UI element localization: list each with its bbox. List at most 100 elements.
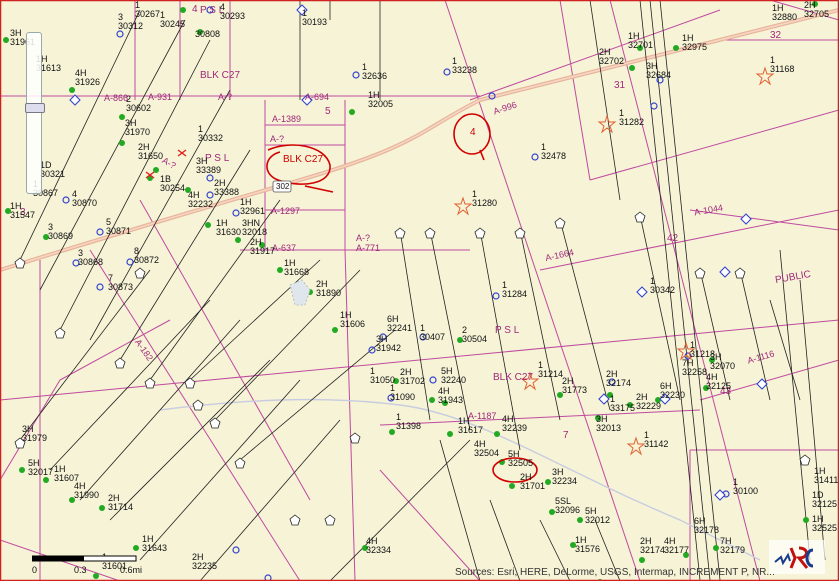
well-api-label[interactable]: 31547 bbox=[10, 211, 35, 220]
well-api-label[interactable]: 30293 bbox=[220, 12, 245, 21]
well-api-label[interactable]: 32125 bbox=[812, 500, 837, 509]
well-api-label[interactable]: 32240 bbox=[441, 376, 466, 385]
well-api-label[interactable]: 32636 bbox=[362, 72, 387, 81]
well-api-label[interactable]: 32230 bbox=[660, 391, 685, 400]
well-api-label[interactable]: 31926 bbox=[75, 78, 100, 87]
well-api-label[interactable]: 30312 bbox=[118, 22, 143, 31]
well-api-label[interactable]: 30407 bbox=[420, 333, 445, 342]
well-api-label[interactable]: 31714 bbox=[108, 503, 133, 512]
well-api-label[interactable]: 31617 bbox=[458, 426, 483, 435]
well-api-label[interactable]: 32013 bbox=[596, 424, 621, 433]
well-api-label[interactable]: 32975 bbox=[682, 43, 707, 52]
well-api-label[interactable]: 30868 bbox=[78, 258, 103, 267]
well-api-label[interactable]: 33388 bbox=[214, 188, 239, 197]
zoom-slider[interactable] bbox=[25, 32, 45, 194]
section-number: 31 bbox=[614, 80, 626, 91]
well-api-label[interactable]: 31606 bbox=[340, 320, 365, 329]
well-api-label[interactable]: 31280 bbox=[472, 199, 497, 208]
well-api-label[interactable]: 31168 bbox=[770, 65, 794, 74]
well-api-label[interactable]: 31650 bbox=[138, 152, 163, 161]
well-api-label[interactable]: 30342 bbox=[650, 286, 675, 295]
well-api-label[interactable]: 30869 bbox=[48, 232, 73, 241]
well-api-label[interactable]: 30321 bbox=[40, 170, 65, 179]
well-api-label[interactable]: 32705 bbox=[804, 10, 829, 19]
well-api-label[interactable]: 32177 bbox=[664, 546, 689, 555]
survey-label: A-637 bbox=[272, 243, 297, 253]
well-api-label[interactable]: 32478 bbox=[541, 152, 566, 161]
well-api-label[interactable]: 31890 bbox=[316, 289, 341, 298]
well-api-label[interactable]: 31411 bbox=[814, 476, 838, 485]
well-api-label[interactable]: 31970 bbox=[125, 128, 150, 137]
well-api-label[interactable]: 31142 bbox=[644, 440, 668, 449]
well-api-label[interactable]: 32235 bbox=[192, 562, 217, 571]
well-api-label[interactable]: 31773 bbox=[562, 386, 587, 395]
well-api-label[interactable]: 32258 bbox=[682, 368, 707, 377]
well-api-label[interactable]: 31090 bbox=[390, 393, 415, 402]
well-api-label[interactable]: 32229 bbox=[636, 402, 661, 411]
well-api-label[interactable]: 31701 bbox=[520, 482, 545, 491]
scale-bar: 0 0.3 0.6mi bbox=[31, 554, 142, 580]
well-api-label[interactable]: 32125 bbox=[706, 382, 731, 391]
well-api-label[interactable]: 32174 bbox=[606, 379, 631, 388]
well-api-label[interactable]: 32234 bbox=[552, 477, 577, 486]
zoom-thumb[interactable] bbox=[25, 103, 45, 113]
well-api-label[interactable]: 32241 bbox=[387, 324, 412, 333]
well-api-label[interactable]: 30871 bbox=[106, 227, 131, 236]
well-api-label[interactable]: 32179 bbox=[720, 546, 745, 555]
well-api-label[interactable]: 31942 bbox=[376, 344, 401, 353]
survey-label: A-1389 bbox=[272, 114, 302, 124]
well-api-label[interactable]: 30504 bbox=[462, 335, 487, 344]
well-api-label[interactable]: 32232 bbox=[188, 200, 213, 209]
well-api-label[interactable]: 33238 bbox=[452, 66, 477, 75]
well-api-label[interactable]: 30267 bbox=[135, 10, 160, 19]
well-api-label[interactable]: 31643 bbox=[142, 544, 167, 553]
well-api-label[interactable]: 30254 bbox=[160, 184, 185, 193]
well-api-label[interactable]: 32096 bbox=[555, 506, 580, 515]
well-api-label[interactable]: 31917 bbox=[250, 247, 275, 256]
well-api-label[interactable]: 32961 bbox=[240, 207, 265, 216]
well-api-label[interactable]: 31576 bbox=[575, 545, 600, 554]
well-api-label[interactable]: 32174 bbox=[640, 546, 665, 555]
well-api-label[interactable]: 30193 bbox=[302, 18, 327, 27]
well-api-label[interactable]: 32701 bbox=[628, 41, 653, 50]
well-api-label[interactable]: 30808 bbox=[195, 30, 220, 39]
well-api-label[interactable]: 32505 bbox=[508, 459, 533, 468]
well-api-label[interactable]: 33389 bbox=[196, 166, 221, 175]
well-api-label[interactable]: 31284 bbox=[502, 290, 527, 299]
well-api-label[interactable]: 32017 bbox=[28, 468, 53, 477]
well-api-label[interactable]: 32178 bbox=[694, 526, 719, 535]
well-api-label[interactable]: 31979 bbox=[22, 434, 47, 443]
survey-label: A-694 bbox=[305, 92, 330, 102]
well-api-label[interactable]: 32525 bbox=[812, 524, 837, 533]
well-api-label[interactable]: 32005 bbox=[368, 100, 393, 109]
map-view[interactable]: A-931 A-866 A-? A-694 A-1389 A-? A-1297 … bbox=[0, 0, 839, 581]
well-api-label[interactable]: 31702 bbox=[400, 377, 425, 386]
well-api-label[interactable]: 32012 bbox=[585, 516, 610, 525]
well-api-label[interactable]: 31943 bbox=[438, 396, 463, 405]
well-api-label[interactable]: 32018 bbox=[242, 228, 267, 237]
well-api-label[interactable]: 30870 bbox=[72, 199, 97, 208]
well-api-label[interactable]: 32702 bbox=[599, 57, 624, 66]
well-api-label[interactable]: 31282 bbox=[619, 118, 644, 127]
well-api-label[interactable]: 31630 bbox=[216, 228, 241, 237]
well-api-label[interactable]: 32504 bbox=[474, 449, 499, 458]
well-api-label[interactable]: 32684 bbox=[646, 71, 671, 80]
well-api-label[interactable]: 31668 bbox=[284, 268, 309, 277]
well-api-label[interactable]: 31214 bbox=[538, 370, 563, 379]
well-api-label[interactable]: 30332 bbox=[198, 134, 223, 143]
well-api-label[interactable]: 32880 bbox=[772, 13, 797, 22]
well-api-label[interactable]: 31398 bbox=[396, 422, 421, 431]
well-api-label[interactable]: 32334 bbox=[366, 546, 391, 555]
block-label: P S L bbox=[495, 325, 520, 336]
well-api-label[interactable]: 30872 bbox=[134, 256, 159, 265]
survey-label: A-1187 bbox=[468, 411, 497, 421]
well-api-label[interactable]: 31990 bbox=[74, 491, 99, 500]
well-api-label[interactable]: 30873 bbox=[108, 283, 133, 292]
well-api-label[interactable]: 33175 bbox=[610, 404, 635, 413]
well-api-label[interactable]: 32070 bbox=[710, 362, 735, 371]
highway-shield-label: 302 bbox=[276, 182, 290, 191]
well-api-label[interactable]: 30100 bbox=[733, 487, 758, 496]
well-api-label[interactable]: 30602 bbox=[126, 104, 151, 113]
well-api-label[interactable]: 32239 bbox=[502, 424, 527, 433]
well-api-label[interactable]: 30245 bbox=[160, 20, 185, 29]
